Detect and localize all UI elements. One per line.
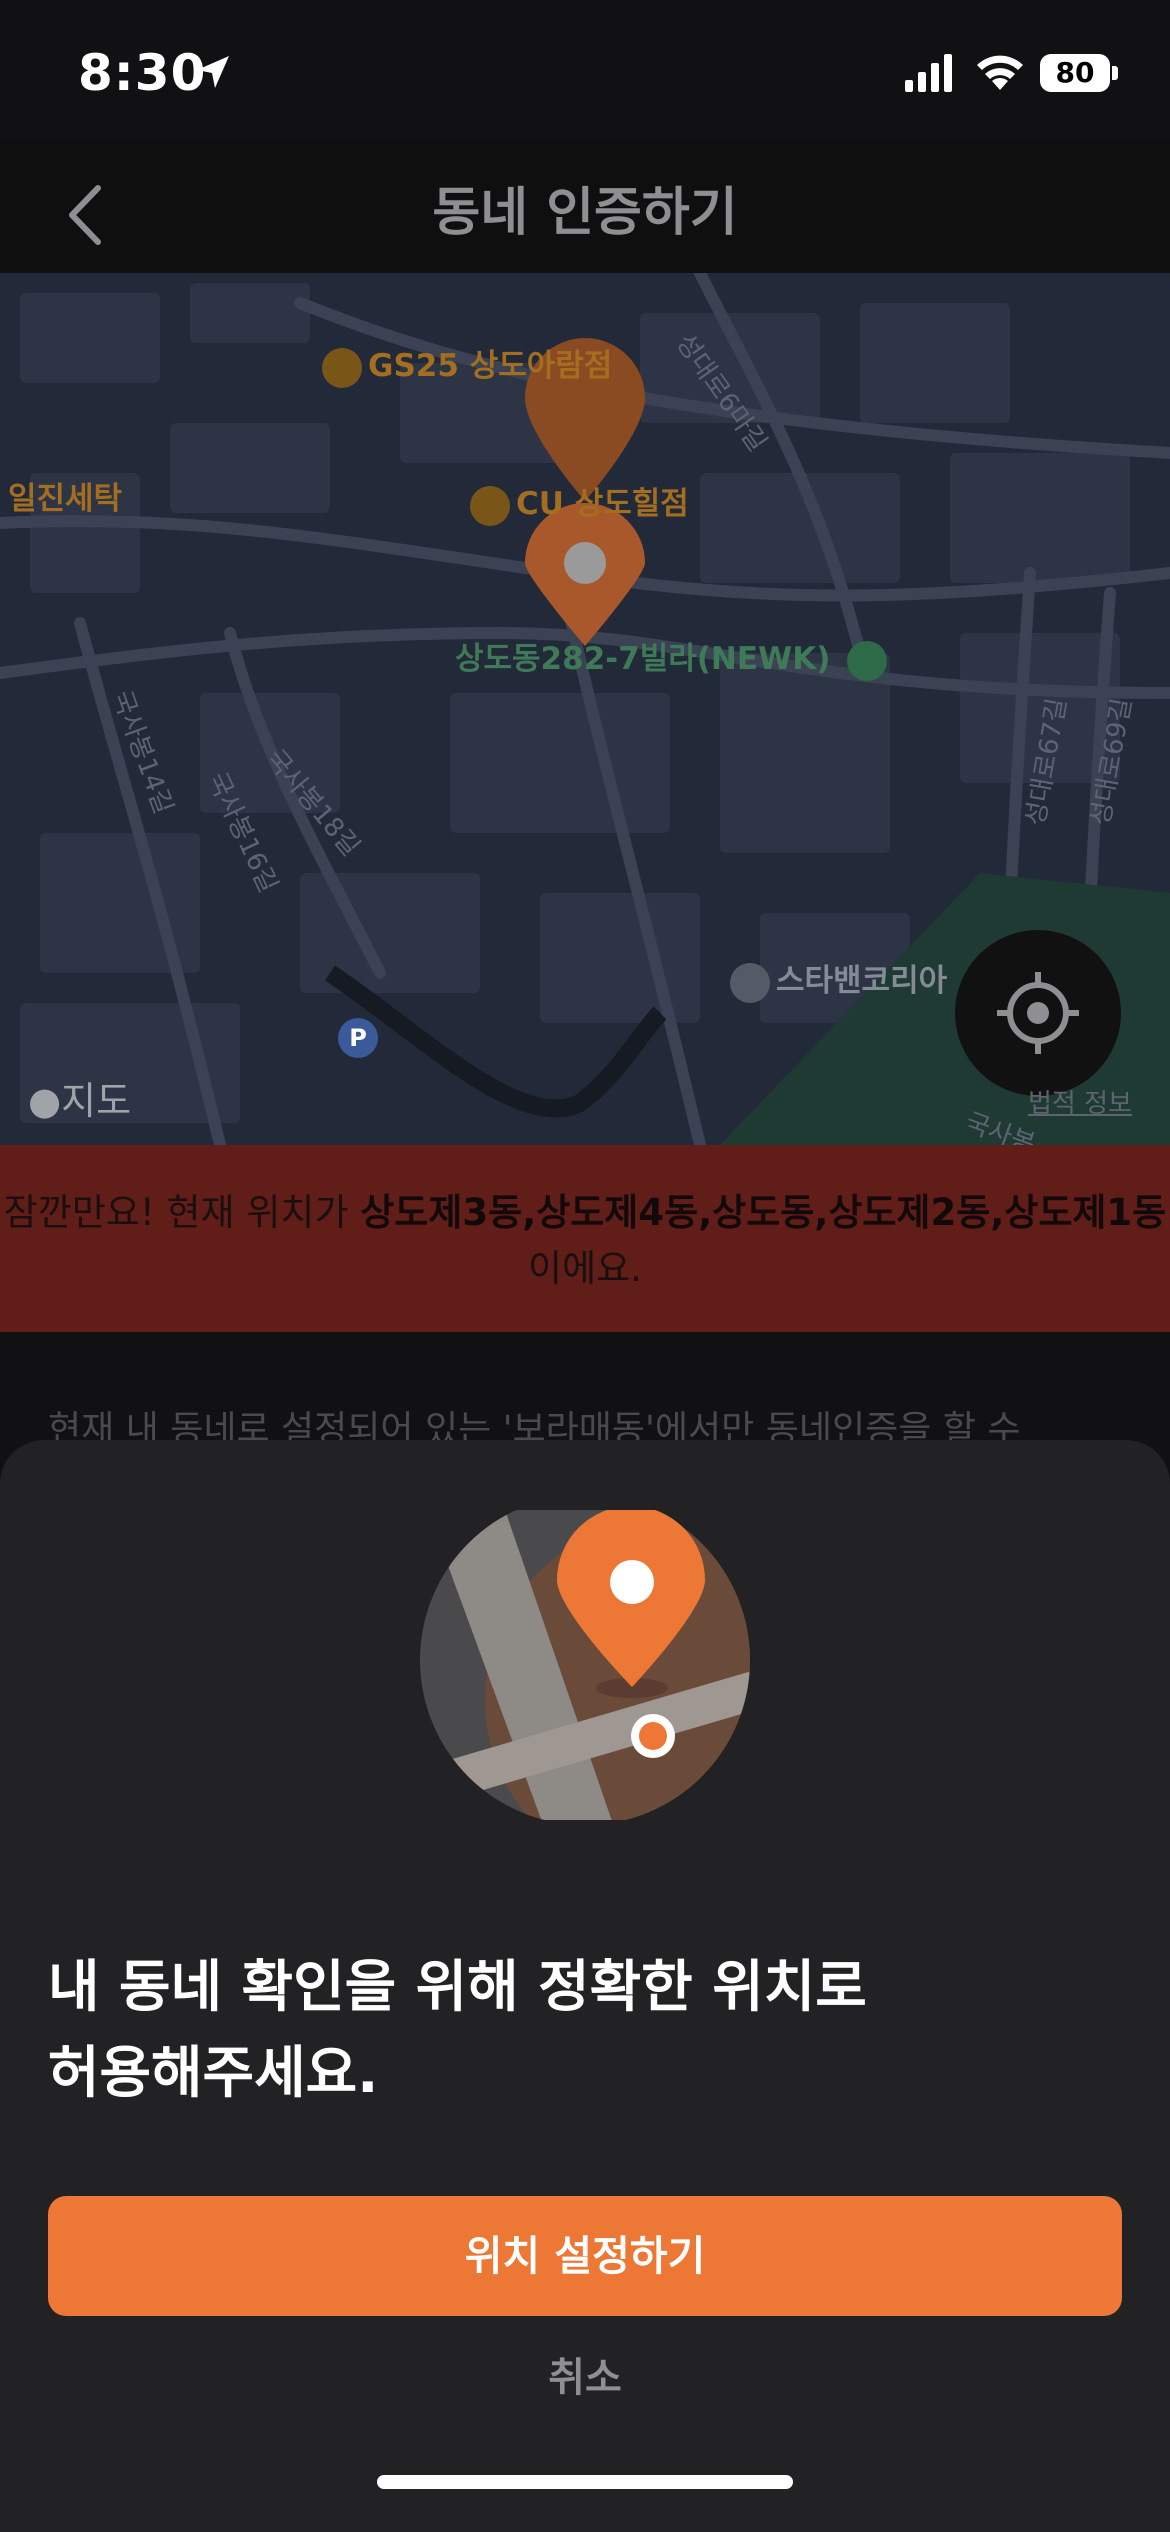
cellular-signal-icon <box>905 54 952 92</box>
status-bar: 8:30 80 <box>0 0 1170 140</box>
location-illustration-icon <box>420 1510 750 1820</box>
wifi-icon <box>977 55 1023 90</box>
permission-bottom-sheet: 내 동네 확인을 위해 정확한 위치로 허용해주세요. 위치 설정하기 취소 <box>0 1440 1170 2532</box>
battery-indicator: 80 <box>1040 54 1110 92</box>
page-title: 동네 인증하기 <box>432 183 738 243</box>
poi-gs25[interactable]: GS25 상도아람점 <box>322 340 612 388</box>
sheet-title: 내 동네 확인을 위해 정확한 위치로 허용해주세요. <box>48 1955 867 2106</box>
poi-starbankorea[interactable]: 스타밴코리아 <box>730 955 947 1003</box>
home-indicator <box>377 2475 793 2489</box>
poi-cu[interactable]: CU 상도힐점 <box>470 478 689 526</box>
banner-suffix: 이에요. <box>528 1247 642 1290</box>
store-icon <box>470 485 510 526</box>
poi-laundry[interactable]: 일진세탁 <box>8 473 122 518</box>
battery-tip <box>1112 66 1118 80</box>
building-icon <box>847 640 888 681</box>
apple-maps-logo: ●지도 <box>28 1079 132 1123</box>
navigation-bar: 동네 인증하기 <box>0 140 1170 273</box>
current-location-button[interactable] <box>955 930 1121 1096</box>
legal-link[interactable]: 법적 정보 <box>1028 1083 1132 1120</box>
set-location-button[interactable]: 위치 설정하기 <box>48 2196 1122 2316</box>
apple-logo-icon: ● <box>28 1079 62 1123</box>
banner-prefix: 잠깐만요! 현재 위치가 <box>3 1191 361 1234</box>
office-icon <box>730 962 770 1003</box>
store-icon <box>322 347 362 388</box>
status-time: 8:30 <box>78 44 207 102</box>
cancel-button[interactable]: 취소 <box>0 2345 1170 2403</box>
crosshair-icon <box>997 972 1079 1054</box>
parking-icon: P <box>338 1018 384 1058</box>
banner-dongs: 상도제3동,상도제4동,상도동,상도제2동,상도제1동 <box>360 1191 1167 1234</box>
location-warning-banner: 잠깐만요! 현재 위치가 상도제3동,상도제4동,상도동,상도제2동,상도제1동… <box>0 1145 1170 1332</box>
location-arrow-icon <box>197 56 229 88</box>
map-view[interactable]: GS25 상도아람점 CU 상도힐점 일진세탁 상도동282-7빌라(NEWK)… <box>0 273 1170 1145</box>
poi-villa[interactable]: 상도동282-7빌라(NEWK) <box>455 633 893 681</box>
